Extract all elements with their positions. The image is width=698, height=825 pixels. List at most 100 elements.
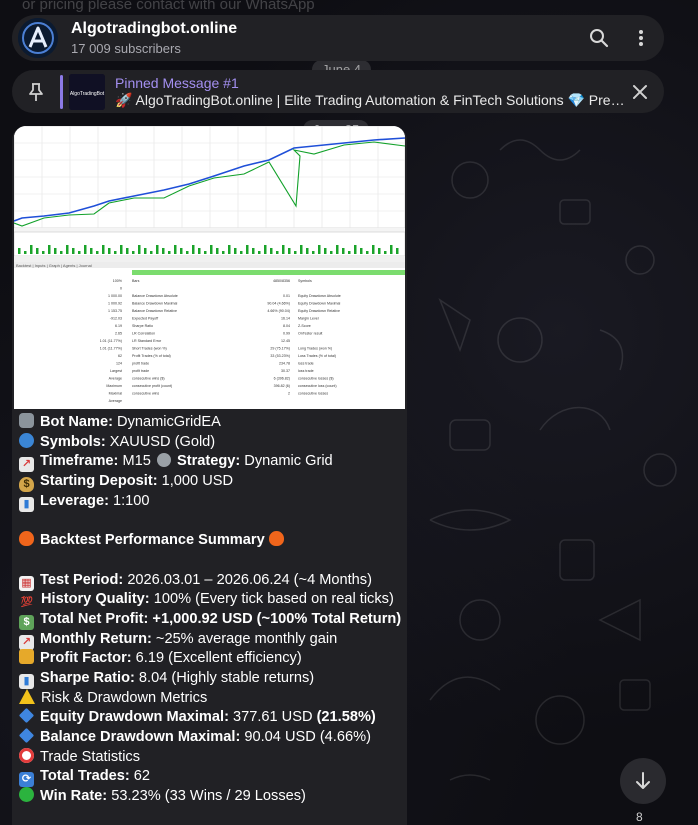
blue-diamond-icon [18,727,35,744]
report-cell: Sharpe Ratio [132,324,153,328]
report-cell: Average [109,399,122,403]
channel-header[interactable]: Algotradingbot.online 17 009 subscribers [12,15,664,61]
report-cell: profit trade [132,369,149,373]
report-cell: consecutive loss (count) [298,384,337,388]
report-cell: 1.01 (11.77%) [100,339,122,343]
report-cell: -912.03 [110,317,122,321]
report-cell: LR Correlation [132,332,155,336]
report-cell: 1 153.75 [108,309,122,313]
blue-diamond-icon [18,708,35,724]
report-cell: Equity Drawdown Absolute [298,294,341,298]
report-cell: 100% [113,279,123,283]
report-cell: consecutive losses [298,392,328,396]
report-cell: 124 [116,362,122,366]
report-cell: 16.14 [281,317,290,321]
report-cell: 4850/8356 [273,279,290,283]
backtest-report-image[interactable]: Backtest | Inputs | Graph | Agents | Jou… [14,126,405,409]
bar-chart-icon: ▮ [19,673,34,689]
calendar-icon: ▦ [19,575,34,591]
message-text: Bot Name: DynamicGridEA Symbols: XAUUSD … [18,413,402,805]
close-pinned-button[interactable] [626,84,654,100]
report-cell: Short Trades (won %) [132,347,167,351]
report-cell: Bars [132,279,140,283]
cycle-arrows-icon: ⟳ [19,772,34,788]
report-cell: consecutive wins [132,392,159,396]
report-cell: 0.99 [283,332,290,336]
report-cell: loss trade [298,369,314,373]
report-cell: Profit Trades (% of total) [132,354,171,358]
fire-icon [19,531,34,547]
report-cell: 6.19 [115,324,122,328]
report-cell: 1 000.00 [108,294,122,298]
report-cell: Equity Drawdown Relative [298,309,340,313]
subscriber-count: 17 009 subscribers [71,41,181,56]
report-cell: Largest [110,369,122,373]
report-cell: consecutive wins ($) [132,377,165,381]
report-cell: Balance Drawdown Relative [132,309,177,313]
report-cell: 30.37 [281,369,290,373]
report-cell: Balance Drawdown Maximal [132,302,178,306]
report-cell: 0 [120,287,122,291]
chart-up-icon: ↗ [19,457,34,473]
pinned-preview-text: 🚀 AlgoTradingBot.online | Elite Trading … [115,91,626,108]
report-cell: Loss Trades (% of total) [298,354,336,358]
pin-icon [22,82,50,102]
report-cell: loss trade [298,362,314,366]
channel-avatar[interactable] [18,18,58,58]
report-cell: 6 (396.82) [274,377,290,381]
report-cell: consecutive losses ($) [298,377,334,381]
pinned-thumbnail: AlgoTradingBot [69,73,105,110]
fire-icon [268,531,284,547]
close-icon [633,84,647,99]
report-cell: 1.01 (11.77%) [100,347,122,351]
report-cell: Maximal [109,392,123,396]
gear-icon [156,453,171,468]
pinned-accent-bar [60,74,63,109]
bar-chart-icon: ▮ [19,496,34,512]
search-button[interactable] [584,23,614,53]
green-circle-icon [19,787,34,803]
report-cell: LR Standard Error [132,339,162,343]
more-vertical-icon [639,30,643,46]
report-cell: 0.01 [283,294,290,298]
report-cell: Equity Drawdown Maximal [298,302,341,306]
report-cell: 1 000.92 [108,302,122,306]
report-cell: 8.04 [283,324,290,328]
more-options-button[interactable] [626,23,656,53]
report-cell: 33 (53.23%) [270,354,290,358]
robot-icon [19,413,34,428]
backtest-report-graph: Backtest | Inputs | Graph | Agents | Jou… [14,126,405,409]
report-cell: consecutive profit (count) [132,384,172,388]
report-cell: Maximum [106,384,122,388]
report-cell: Long Trades (won %) [298,347,332,351]
trophy-icon [19,649,34,665]
report-cell: Average [109,377,122,381]
search-icon [590,29,609,48]
pinned-title: Pinned Message #1 [115,74,239,91]
pinned-message-bar[interactable]: AlgoTradingBot Pinned Message #1 🚀 AlgoT… [12,70,664,113]
chart-up-icon: ↗ [19,634,34,650]
report-cell: 2.65 [115,332,122,336]
scroll-down-button[interactable] [620,758,666,804]
warning-icon [19,688,35,704]
report-cell: OnTester result [298,332,322,336]
report-cell: 234.78 [279,362,290,366]
logo-icon [18,18,58,58]
report-cell: Expected Payoff [132,317,158,321]
dart-target-icon [19,747,34,763]
svg-text:AlgoTradingBot: AlgoTradingBot [70,91,105,97]
report-cell: 90.04 (4.66%) [267,302,290,306]
money-bag-icon: $ [19,477,34,493]
report-cell: Symbols [298,279,312,283]
report-cell: profit trade [132,362,149,366]
arrow-down-icon [636,772,650,789]
report-cell: 4.66% (90.04) [267,309,290,313]
channel-title: Algotradingbot.online [71,20,238,37]
banknote-icon: $ [19,614,34,630]
report-cell: 29 (75.17%) [270,347,290,351]
report-cell: Margin Level [298,317,319,321]
report-cell: 396.82 (6) [274,384,290,388]
hundred-icon: 💯 [20,597,34,609]
report-cell: 12.45 [281,339,290,343]
previous-message-fragment: or pricing please contact with our Whats… [22,0,315,13]
